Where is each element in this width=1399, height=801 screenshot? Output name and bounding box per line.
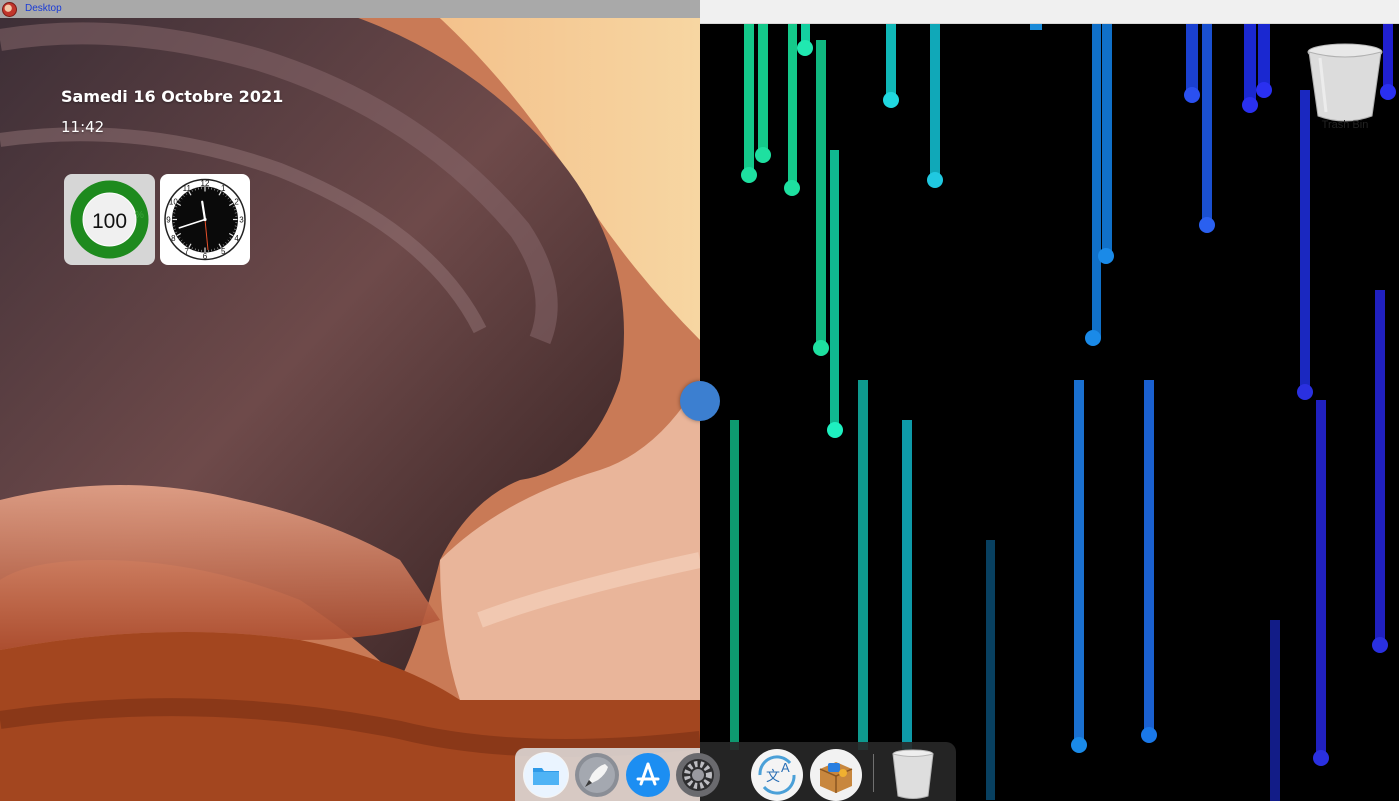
clock-numeral: 10: [169, 197, 178, 206]
dock-item-launchpad[interactable]: [574, 752, 620, 798]
folder-icon: [524, 753, 568, 797]
window-titlebar: Desktop: [0, 0, 700, 18]
clock-numeral: 5: [221, 247, 226, 256]
clock-numeral: 11: [183, 184, 192, 193]
clock-numeral: 4: [234, 234, 239, 243]
trash-bin-label: Trash Bin: [1321, 119, 1369, 131]
battery-unit: %: [135, 210, 144, 221]
dock-item-app-store[interactable]: [625, 752, 671, 798]
app-logo-icon[interactable]: [2, 2, 17, 17]
dock-item-trash[interactable]: [890, 748, 936, 799]
battery-widget[interactable]: 100 %: [64, 174, 155, 265]
clock-numeral: 12: [201, 179, 210, 188]
dock: 文 A: [515, 742, 956, 801]
dock-item-system-preferences[interactable]: [675, 752, 721, 798]
svg-text:文: 文: [766, 769, 780, 785]
wallpaper-left: [0, 0, 700, 801]
package-icon: [810, 749, 862, 801]
clock-numeral: 1: [221, 184, 226, 193]
dock-item-translate[interactable]: 文 A: [750, 748, 803, 801]
dock-item-finder[interactable]: [523, 752, 569, 798]
sandstone-wallpaper: [0, 0, 700, 801]
gear-icon: [676, 753, 720, 797]
window-title: Desktop: [25, 3, 62, 14]
dock-separator: [873, 754, 874, 792]
svg-text:A: A: [781, 760, 790, 775]
neon-rain-wallpaper: [700, 0, 1399, 801]
clock-numeral: 9: [166, 216, 171, 225]
translate-icon: 文 A: [751, 749, 803, 801]
split-divider-handle[interactable]: [680, 381, 720, 421]
clock-widget[interactable]: 12 1 2 3 4 5 6 7 8 9 10 11: [160, 174, 250, 265]
right-top-bar: [700, 0, 1399, 24]
app-store-icon: [626, 753, 670, 797]
desktop-trash-bin[interactable]: Trash Bin: [1306, 42, 1384, 134]
clock-numeral: 7: [185, 247, 190, 256]
screen: Desktop Samedi 16 Octobre 2021 11:42 100…: [0, 0, 1399, 801]
desktop-date: Samedi 16 Octobre 2021: [61, 87, 284, 106]
desktop-time: 11:42: [61, 118, 105, 136]
clock-numeral: 2: [234, 197, 239, 206]
trash-icon: [892, 749, 934, 799]
analog-clock-icon: 12 12 345 6 789 10 11: [164, 178, 246, 261]
clock-numeral: 6: [203, 252, 208, 261]
dock-item-archive[interactable]: [809, 748, 862, 801]
trash-bin-icon: [1307, 43, 1383, 122]
clock-numeral: 3: [239, 216, 244, 225]
clock-numeral: 8: [171, 234, 176, 243]
rocket-icon: [575, 753, 619, 797]
